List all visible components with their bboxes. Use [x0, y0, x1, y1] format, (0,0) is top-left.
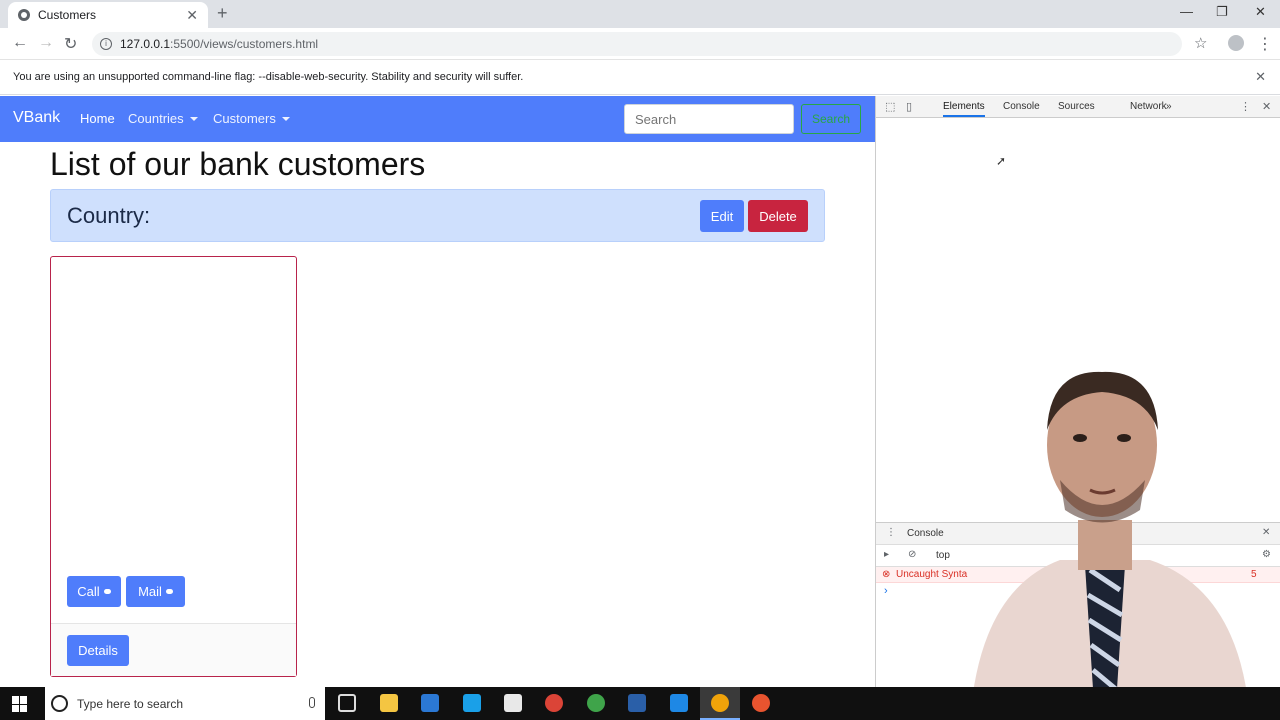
search-input[interactable] — [624, 104, 794, 134]
sidebar-toggle-icon[interactable]: ▸ — [884, 549, 889, 560]
web-page: VBank Home Countries Customers Search Li… — [0, 96, 875, 687]
brand-link[interactable]: VBank — [13, 109, 60, 127]
mail-app-icon[interactable] — [504, 694, 522, 712]
store-icon[interactable] — [421, 694, 439, 712]
warning-text: You are using an unsupported command-lin… — [13, 71, 524, 83]
inspect-element-icon[interactable]: ⬚ — [885, 100, 895, 113]
microphone-icon[interactable] — [309, 697, 315, 708]
restore-button[interactable]: ❐ — [1216, 4, 1228, 20]
infobar-close-icon[interactable]: ✕ — [1255, 69, 1266, 85]
details-button[interactable]: Details — [67, 635, 129, 666]
caret-down-icon — [281, 117, 290, 121]
delete-button[interactable]: Delete — [748, 200, 808, 232]
tab-network[interactable]: Network — [1130, 101, 1167, 112]
console-prompt[interactable]: › — [884, 585, 888, 597]
tab-strip: Customers ✕ + — ❐ ✕ — [0, 0, 1280, 28]
card-footer: Details — [51, 623, 296, 676]
tab-close-icon[interactable]: ✕ — [186, 7, 198, 24]
url-path: :5500/views/customers.html — [170, 37, 319, 51]
url-host: 127.0.0.1 — [120, 37, 171, 51]
devtools-tabbar: ⬚ ▯ Elements Console Sources Network » ⋮… — [876, 96, 1280, 118]
nav-countries-label: Countries — [128, 111, 184, 126]
devtools-menu-icon[interactable]: ⋮ — [1240, 100, 1251, 113]
search-button[interactable]: Search — [801, 104, 861, 134]
tab-title: Customers — [38, 8, 97, 22]
cortana-icon — [51, 695, 68, 712]
windows-start-icon[interactable] — [12, 696, 28, 712]
site-navbar: VBank Home Countries Customers Search — [0, 96, 875, 142]
postman-icon[interactable] — [752, 694, 770, 712]
presenter-video-overlay — [970, 371, 1250, 720]
console-settings-icon[interactable]: ⚙ — [1262, 549, 1271, 560]
badge-icon — [103, 589, 111, 594]
profile-avatar[interactable] — [1228, 35, 1244, 51]
new-tab-button[interactable]: + — [217, 3, 228, 24]
minimize-button[interactable]: — — [1180, 4, 1193, 19]
drawer-close-icon[interactable]: ✕ — [1262, 527, 1270, 538]
country-header: Country: Edit Delete — [50, 189, 825, 242]
windows-taskbar: Type here to search — [0, 687, 1280, 720]
address-bar[interactable]: i 127.0.0.1:5500/views/customers.html — [92, 32, 1182, 56]
browser-menu-icon[interactable]: ⋮ — [1257, 34, 1273, 54]
chrome-active-icon[interactable] — [711, 694, 729, 712]
browser-toolbar: ← → ↻ i 127.0.0.1:5500/views/customers.h… — [0, 28, 1280, 60]
info-icon[interactable]: i — [100, 38, 112, 50]
drawer-menu-icon[interactable]: ⋮ — [886, 527, 896, 538]
clear-console-icon[interactable]: ⊘ — [908, 549, 916, 560]
country-label: Country: — [67, 203, 151, 228]
caret-down-icon — [189, 117, 198, 121]
bookmark-star-icon[interactable]: ☆ — [1194, 34, 1207, 52]
nav-countries-dropdown[interactable]: Countries — [128, 111, 198, 126]
mail-label: Mail — [138, 584, 162, 599]
tab-elements[interactable]: Elements — [943, 101, 985, 117]
devtools-close-icon[interactable]: ✕ — [1262, 100, 1271, 113]
task-view-icon[interactable] — [338, 694, 356, 712]
tab-console[interactable]: Console — [1003, 101, 1040, 112]
window-close-button[interactable]: ✕ — [1255, 4, 1266, 20]
drawer-title[interactable]: Console — [907, 528, 944, 539]
tab-sources[interactable]: Sources — [1058, 101, 1095, 112]
browser-tab[interactable]: Customers ✕ — [8, 2, 208, 28]
nav-customers-dropdown[interactable]: Customers — [213, 111, 290, 126]
globe-icon — [18, 9, 30, 21]
customer-card: Call Mail Details — [50, 256, 297, 677]
mail-button[interactable]: Mail — [126, 576, 185, 607]
page-title: List of our bank customers — [50, 146, 426, 182]
taskbar-search-text: Type here to search — [77, 696, 184, 711]
file-explorer-icon[interactable] — [380, 694, 398, 712]
taskbar-search-box[interactable]: Type here to search — [45, 687, 325, 720]
warning-infobar: You are using an unsupported command-lin… — [0, 60, 1280, 95]
vscode-icon[interactable] — [670, 694, 688, 712]
nav-customers-label: Customers — [213, 111, 276, 126]
mongodb-icon[interactable] — [587, 694, 605, 712]
edit-button[interactable]: Edit — [700, 200, 744, 232]
forward-button[interactable]: → — [38, 34, 54, 52]
call-button[interactable]: Call — [67, 576, 121, 607]
device-toolbar-icon[interactable]: ▯ — [906, 100, 912, 113]
more-tabs-icon[interactable]: » — [1166, 101, 1172, 112]
reload-button[interactable]: ↻ — [64, 34, 77, 54]
powershell-icon[interactable] — [628, 694, 646, 712]
context-selector[interactable]: top — [936, 550, 950, 561]
chrome-icon[interactable] — [545, 694, 563, 712]
back-button[interactable]: ← — [12, 34, 28, 52]
nav-home[interactable]: Home — [80, 111, 115, 126]
badge-icon — [165, 589, 173, 594]
mouse-cursor-icon: ➚ — [996, 154, 1007, 168]
error-icon: ⊗ — [882, 569, 891, 580]
l-app-icon[interactable] — [463, 694, 481, 712]
call-label: Call — [77, 584, 100, 599]
